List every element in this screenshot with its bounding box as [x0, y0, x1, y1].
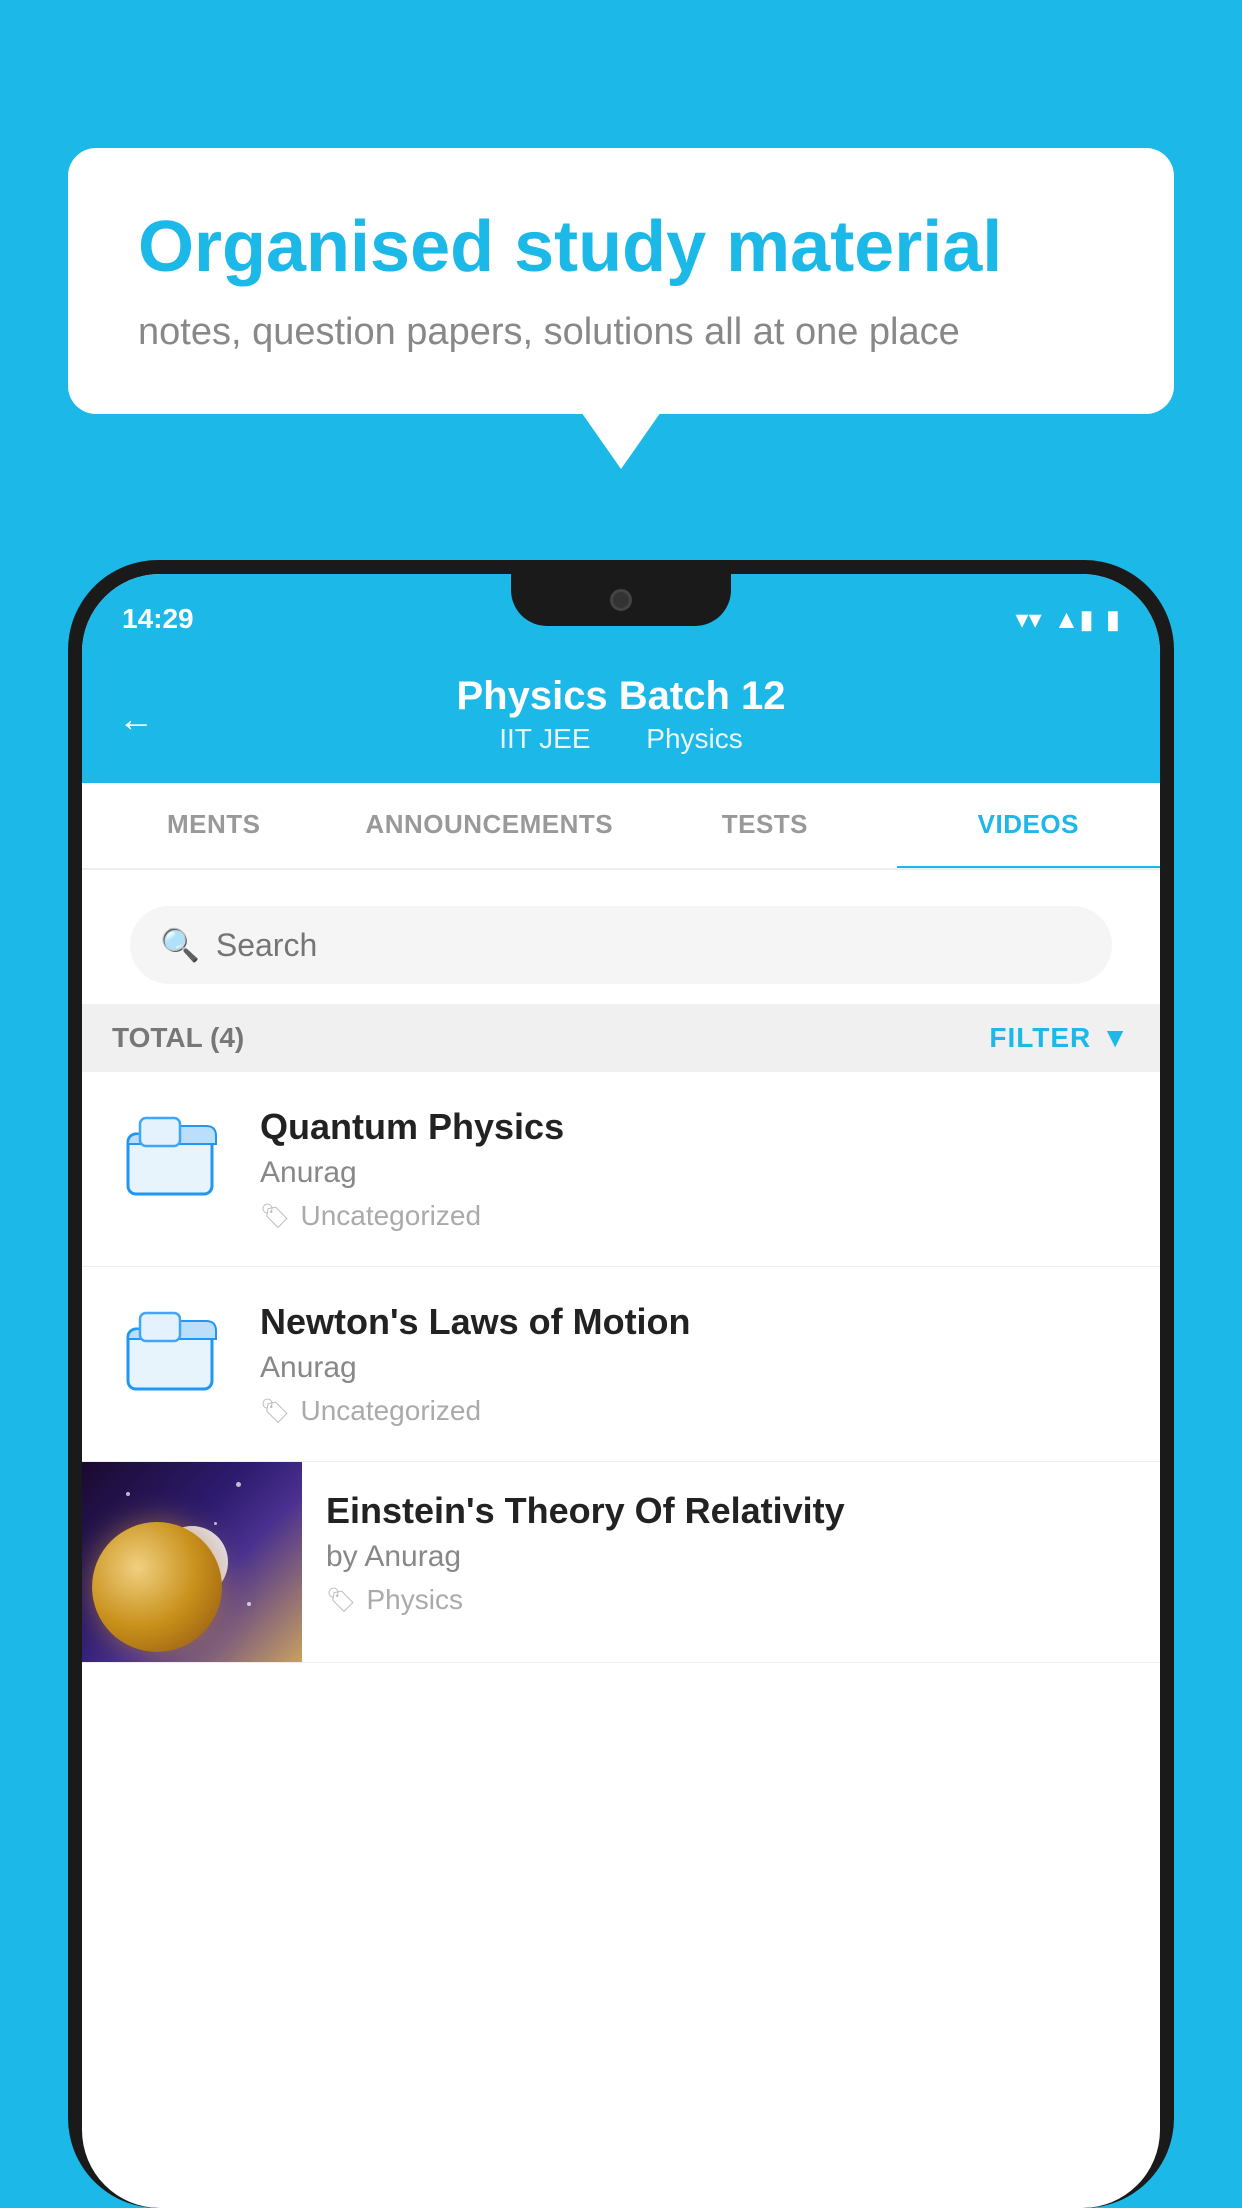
- tab-ments[interactable]: MENTS: [82, 783, 345, 868]
- tag-icon: 🏷: [326, 1586, 356, 1615]
- speech-bubble-subtitle: notes, question papers, solutions all at…: [138, 311, 1104, 354]
- header-subtitle: IIT JEE Physics: [122, 723, 1120, 755]
- phone-notch: [511, 574, 731, 626]
- battery-icon: ▮: [1106, 604, 1120, 635]
- video-title-3: Einstein's Theory Of Relativity: [326, 1490, 1136, 1532]
- tab-announcements[interactable]: ANNOUNCEMENTS: [345, 783, 633, 868]
- total-count: TOTAL (4): [112, 1022, 244, 1054]
- tag-icon: 🏷: [260, 1202, 290, 1231]
- wifi-icon: ▾▾: [1016, 604, 1042, 635]
- video-info-1: Quantum Physics Anurag 🏷 Uncategorized: [260, 1106, 1130, 1232]
- search-input[interactable]: [216, 927, 1082, 964]
- video-thumbnail-3: [82, 1462, 302, 1662]
- phone-frame: 14:29 ▾▾ ▲▮ ▮ ← Physics Batch 12 IIT JEE…: [68, 560, 1174, 2208]
- tab-tests[interactable]: TESTS: [633, 783, 896, 868]
- filter-bar: TOTAL (4) FILTER ▼: [82, 1004, 1160, 1072]
- video-tag-2: 🏷 Uncategorized: [260, 1395, 1130, 1427]
- tabs-container: MENTS ANNOUNCEMENTS TESTS VIDEOS: [82, 783, 1160, 870]
- camera: [610, 589, 632, 611]
- tag-label-1: Uncategorized: [300, 1200, 481, 1232]
- list-item[interactable]: Quantum Physics Anurag 🏷 Uncategorized: [82, 1072, 1160, 1267]
- folder-icon: [124, 1106, 220, 1202]
- tag-label-3: Physics: [366, 1584, 462, 1616]
- filter-label: FILTER: [989, 1022, 1091, 1054]
- video-tag-1: 🏷 Uncategorized: [260, 1200, 1130, 1232]
- space-background: [82, 1462, 302, 1662]
- video-tag-3: 🏷 Physics: [326, 1584, 1136, 1616]
- list-item[interactable]: Newton's Laws of Motion Anurag 🏷 Uncateg…: [82, 1267, 1160, 1462]
- speech-bubble: Organised study material notes, question…: [68, 148, 1174, 414]
- search-bar[interactable]: 🔍: [130, 906, 1112, 984]
- tag-label-2: Uncategorized: [300, 1395, 481, 1427]
- speech-bubble-container: Organised study material notes, question…: [68, 148, 1174, 414]
- video-list: Quantum Physics Anurag 🏷 Uncategorized: [82, 1072, 1160, 1663]
- back-button[interactable]: ←: [118, 698, 154, 740]
- video-thumb-1: [112, 1106, 232, 1202]
- video-author-3: by Anurag: [326, 1540, 1136, 1574]
- video-title-2: Newton's Laws of Motion: [260, 1301, 1130, 1343]
- app-header: ← Physics Batch 12 IIT JEE Physics: [82, 654, 1160, 783]
- tab-videos[interactable]: VIDEOS: [897, 783, 1160, 870]
- video-author-2: Anurag: [260, 1351, 1130, 1385]
- filter-button[interactable]: FILTER ▼: [989, 1022, 1130, 1054]
- tag-icon: 🏷: [260, 1397, 290, 1426]
- video-author-1: Anurag: [260, 1156, 1130, 1190]
- status-time: 14:29: [122, 603, 194, 635]
- header-subtitle-iitjee: IIT JEE: [499, 723, 590, 754]
- list-item[interactable]: Einstein's Theory Of Relativity by Anura…: [82, 1462, 1160, 1663]
- header-title: Physics Batch 12: [122, 674, 1120, 719]
- video-title-1: Quantum Physics: [260, 1106, 1130, 1148]
- video-info-3: Einstein's Theory Of Relativity by Anura…: [302, 1462, 1160, 1644]
- folder-icon: [124, 1301, 220, 1397]
- filter-icon: ▼: [1101, 1022, 1130, 1054]
- video-thumb-2: [112, 1301, 232, 1397]
- video-info-2: Newton's Laws of Motion Anurag 🏷 Uncateg…: [260, 1301, 1130, 1427]
- status-icons: ▾▾ ▲▮ ▮: [1016, 604, 1120, 635]
- planet: [92, 1522, 222, 1652]
- search-icon: 🔍: [160, 926, 200, 964]
- speech-bubble-title: Organised study material: [138, 208, 1104, 287]
- header-subtitle-physics: Physics: [646, 723, 742, 754]
- phone-screen: 14:29 ▾▾ ▲▮ ▮ ← Physics Batch 12 IIT JEE…: [82, 574, 1160, 2208]
- signal-icon: ▲▮: [1054, 604, 1094, 635]
